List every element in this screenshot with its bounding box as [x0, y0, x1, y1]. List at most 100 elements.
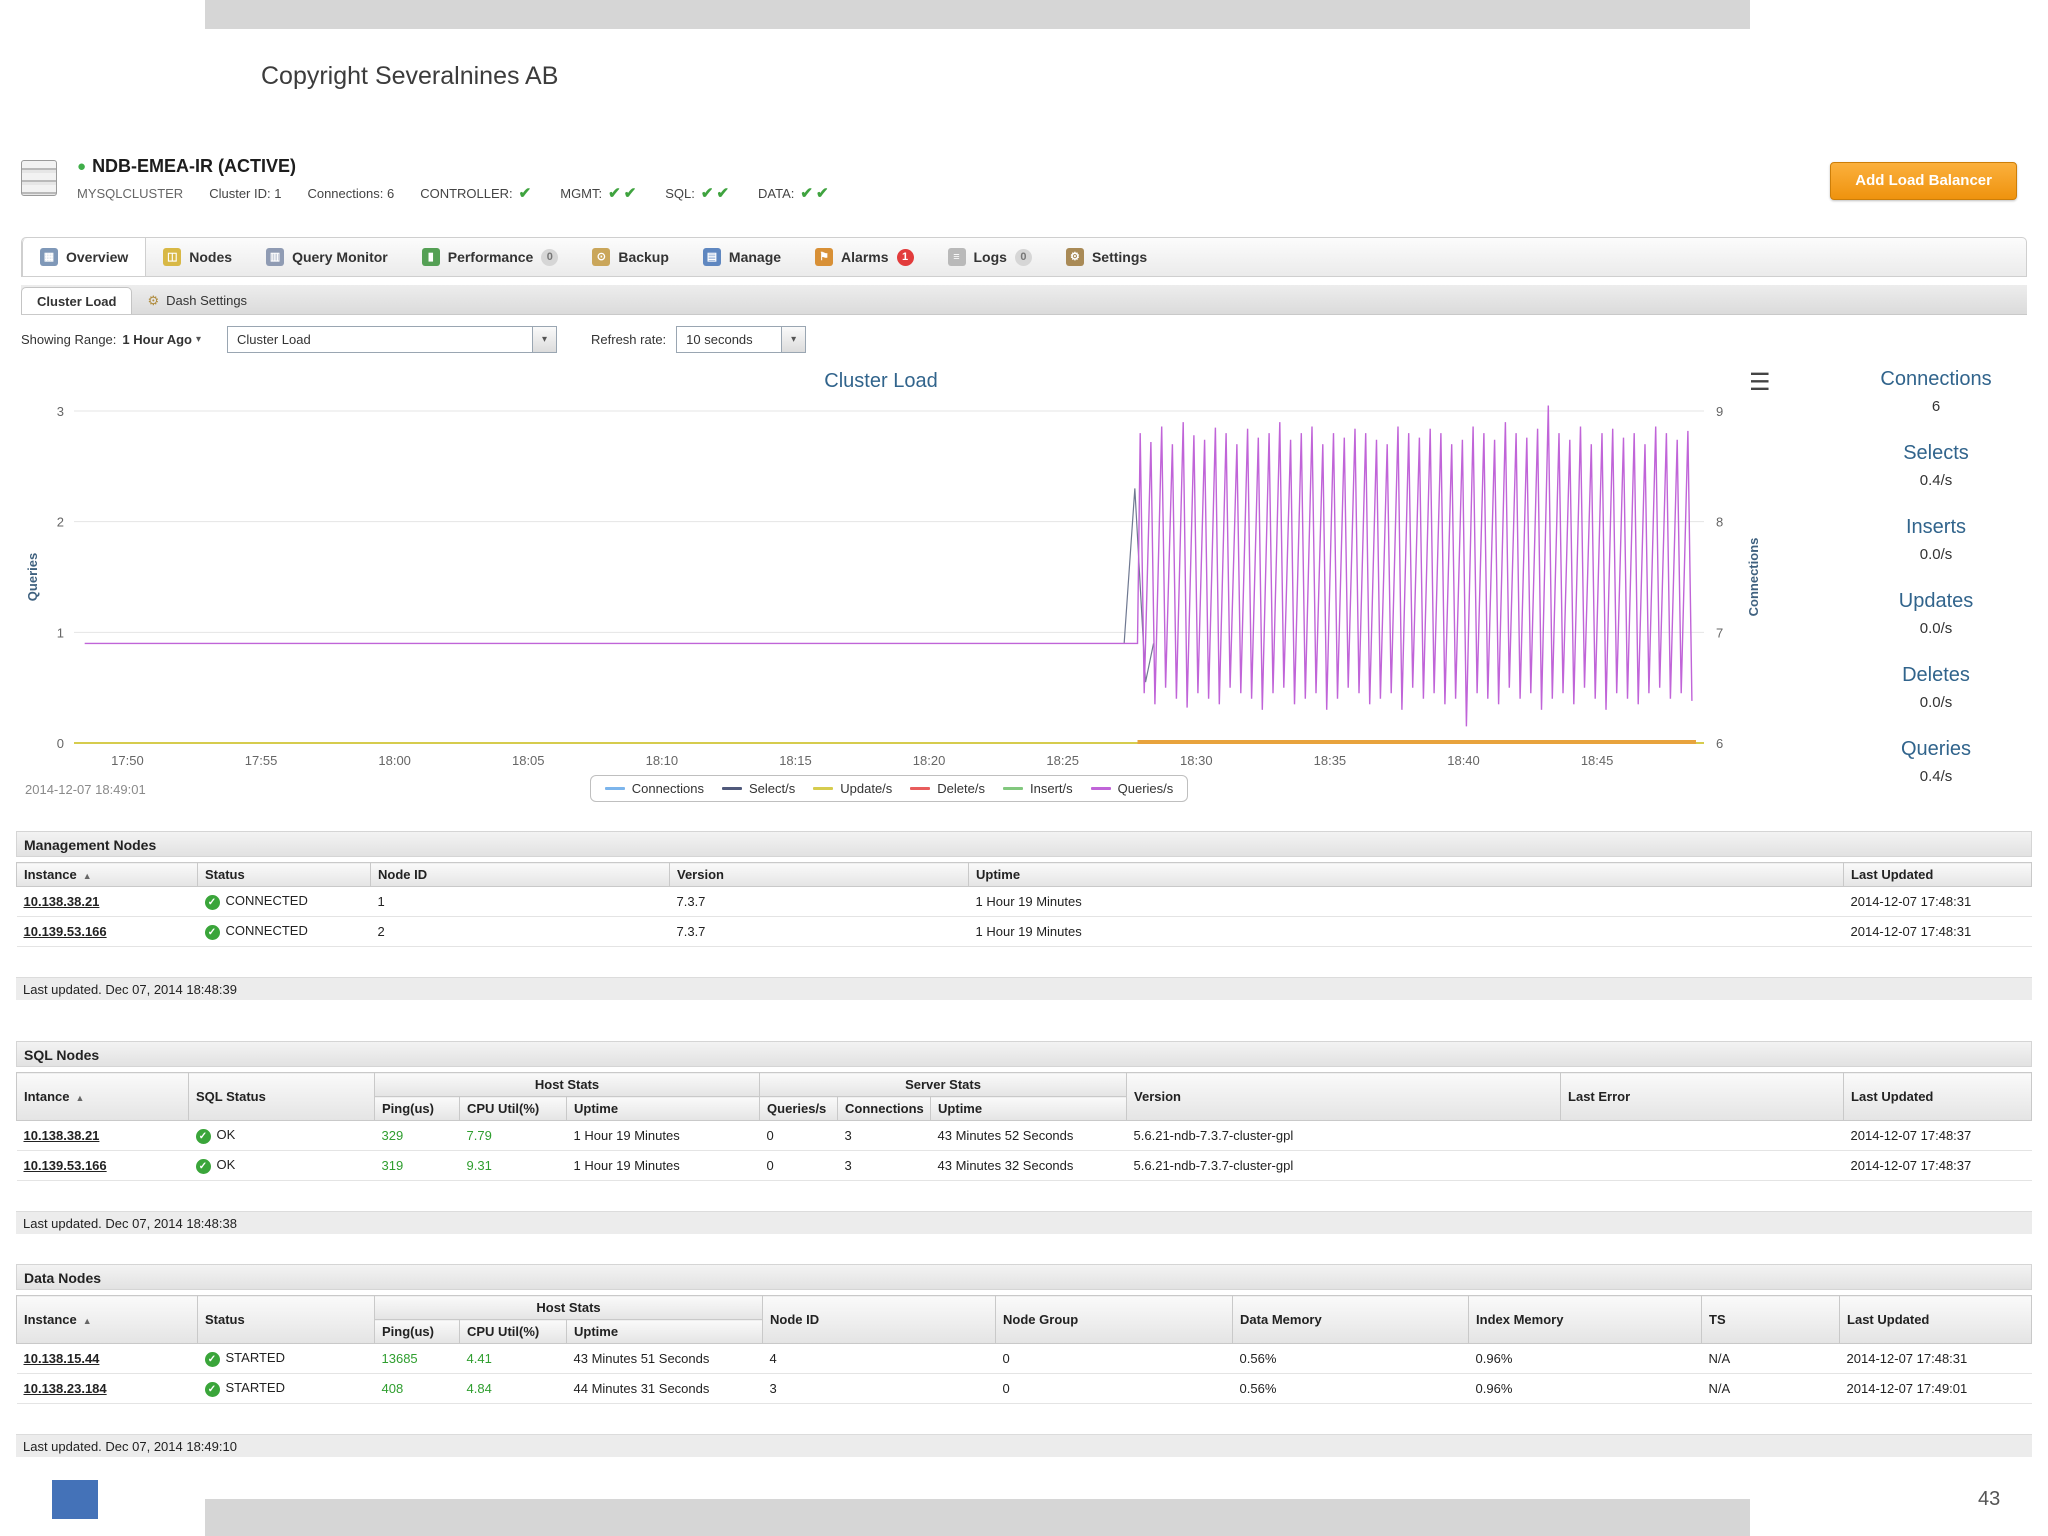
- main-tabbar: ▦Overview ◫Nodes ▥Query Monitor ▮Perform…: [21, 237, 2027, 277]
- status-ok-icon: ✓: [205, 1382, 220, 1397]
- legend-item[interactable]: Update/s: [813, 781, 892, 796]
- section-title: SQL Nodes: [16, 1041, 2032, 1067]
- col-status[interactable]: Status: [198, 863, 371, 887]
- col-ping[interactable]: Ping(us): [375, 1320, 460, 1344]
- col-cpu-util[interactable]: CPU Util(%): [460, 1320, 567, 1344]
- tab-overview[interactable]: ▦Overview: [22, 238, 146, 276]
- chart-menu-icon[interactable]: ☰: [1749, 368, 1771, 397]
- col-instance[interactable]: Instance▲: [17, 863, 198, 887]
- cluster-meta: MYSQLCLUSTER Cluster ID: 1 Connections: …: [77, 184, 832, 202]
- y-axis-tick-right: 7: [1716, 625, 1723, 640]
- x-axis-tick: 18:10: [646, 753, 679, 768]
- col-connections[interactable]: Connections: [838, 1097, 931, 1121]
- instance-link[interactable]: 10.138.38.21: [17, 1121, 189, 1151]
- col-uptime[interactable]: Uptime: [567, 1097, 760, 1121]
- showing-range-dropdown[interactable]: 1 Hour Ago: [122, 332, 192, 347]
- cluster-connections: Connections: 6: [307, 186, 394, 201]
- instance-link[interactable]: 10.138.23.184: [17, 1374, 198, 1404]
- col-data-memory[interactable]: Data Memory: [1233, 1296, 1469, 1344]
- instance-link[interactable]: 10.138.38.21: [17, 887, 198, 917]
- cell: 2014-12-07 17:48:37: [1844, 1121, 2032, 1151]
- subtab-cluster-load[interactable]: Cluster Load: [21, 287, 132, 314]
- col-uptime[interactable]: Uptime: [931, 1097, 1127, 1121]
- col-sql-status[interactable]: SQL Status: [189, 1073, 375, 1121]
- add-load-balancer-button[interactable]: Add Load Balancer: [1830, 162, 2017, 200]
- tab-settings[interactable]: ⚙Settings: [1049, 238, 1164, 276]
- refresh-rate-select[interactable]: 10 seconds ▾: [676, 326, 806, 353]
- col-ping[interactable]: Ping(us): [375, 1097, 460, 1121]
- col-uptime[interactable]: Uptime: [969, 863, 1844, 887]
- col-last-updated[interactable]: Last Updated: [1844, 1073, 2032, 1121]
- y-axis-tick-right: 8: [1716, 515, 1723, 530]
- overview-icon: ▦: [40, 248, 58, 266]
- cell: 13685: [375, 1344, 460, 1374]
- col-instance[interactable]: Instance▲: [17, 1296, 198, 1344]
- data-nodes-section: Data Nodes Instance▲ Status Host Stats N…: [16, 1264, 2032, 1457]
- col-ts[interactable]: TS: [1702, 1296, 1840, 1344]
- settings-icon: ⚙: [1066, 248, 1084, 266]
- cell: 9.31: [460, 1151, 567, 1181]
- col-last-updated[interactable]: Last Updated: [1844, 863, 2032, 887]
- select-arrow-icon: ▾: [781, 327, 805, 352]
- legend-item[interactable]: Connections: [605, 781, 704, 796]
- legend-label: Queries/s: [1118, 781, 1174, 796]
- status-cell: ✓STARTED: [198, 1374, 375, 1404]
- cell: 2014-12-07 17:48:37: [1844, 1151, 2032, 1181]
- graph-select[interactable]: Cluster Load ▾: [227, 326, 557, 353]
- col-instance[interactable]: Intance▲: [17, 1073, 189, 1121]
- col-node-id[interactable]: Node ID: [763, 1296, 996, 1344]
- legend-item[interactable]: Delete/s: [910, 781, 985, 796]
- slide-blue-marker: [52, 1480, 98, 1519]
- legend-color-dash: [813, 787, 833, 790]
- cell: 0.96%: [1469, 1344, 1702, 1374]
- col-last-error[interactable]: Last Error: [1561, 1073, 1844, 1121]
- check-icon: ✔✔: [800, 184, 831, 202]
- cell: 0: [996, 1374, 1233, 1404]
- management-nodes-section: Management Nodes Instance▲ Status Node I…: [16, 831, 2032, 1000]
- cell: 1 Hour 19 Minutes: [969, 917, 1844, 947]
- instance-link[interactable]: 10.138.15.44: [17, 1344, 198, 1374]
- table-row: 10.138.15.44✓STARTED136854.4143 Minutes …: [17, 1344, 2032, 1374]
- col-version[interactable]: Version: [670, 863, 969, 887]
- y-axis-tick-left: 0: [57, 736, 64, 751]
- instance-link[interactable]: 10.139.53.166: [17, 917, 198, 947]
- col-uptime[interactable]: Uptime: [567, 1320, 763, 1344]
- col-cpu-util[interactable]: CPU Util(%): [460, 1097, 567, 1121]
- section-last-updated: Last updated. Dec 07, 2014 18:49:10: [16, 1434, 2032, 1457]
- tab-logs[interactable]: ≡Logs0: [931, 238, 1049, 276]
- table-row: 10.138.38.21✓CONNECTED17.3.71 Hour 19 Mi…: [17, 887, 2032, 917]
- tab-alarms[interactable]: ⚑Alarms1: [798, 238, 930, 276]
- cell: 3: [838, 1121, 931, 1151]
- subtab-dash-settings[interactable]: ⚙Dash Settings: [132, 287, 262, 314]
- tab-backup[interactable]: ⊙Backup: [575, 238, 686, 276]
- cell: 0: [760, 1121, 838, 1151]
- col-node-id[interactable]: Node ID: [371, 863, 670, 887]
- cluster-header: ●NDB-EMEA-IR (ACTIVE) MYSQLCLUSTER Clust…: [21, 154, 2027, 216]
- col-last-updated[interactable]: Last Updated: [1840, 1296, 2032, 1344]
- col-version[interactable]: Version: [1127, 1073, 1561, 1121]
- tab-query-monitor[interactable]: ▥Query Monitor: [249, 238, 405, 276]
- tab-manage[interactable]: ▤Manage: [686, 238, 798, 276]
- y-axis-tick-left: 3: [57, 404, 64, 419]
- col-status[interactable]: Status: [198, 1296, 375, 1344]
- instance-link[interactable]: 10.139.53.166: [17, 1151, 189, 1181]
- status-cell: ✓OK: [189, 1121, 375, 1151]
- status-cell: ✓STARTED: [198, 1344, 375, 1374]
- cell: 0: [760, 1151, 838, 1181]
- dash-settings-icon: ⚙: [147, 288, 159, 313]
- slide: Copyright Severalnines AB ●NDB-EMEA-IR (…: [0, 0, 2048, 1536]
- legend-item[interactable]: Select/s: [722, 781, 795, 796]
- col-node-group[interactable]: Node Group: [996, 1296, 1233, 1344]
- status-cell: ✓OK: [189, 1151, 375, 1181]
- tab-performance[interactable]: ▮Performance0: [405, 238, 576, 276]
- cell: 2014-12-07 17:48:31: [1840, 1344, 2032, 1374]
- col-queries-per-s[interactable]: Queries/s: [760, 1097, 838, 1121]
- cell: 4: [763, 1344, 996, 1374]
- sql-nodes-section: SQL Nodes Intance▲ SQL Status Host Stats…: [16, 1041, 2032, 1234]
- col-index-memory[interactable]: Index Memory: [1469, 1296, 1702, 1344]
- tab-nodes[interactable]: ◫Nodes: [146, 238, 249, 276]
- x-axis-tick: 18:40: [1447, 753, 1480, 768]
- status-dot-icon: ●: [77, 158, 86, 175]
- legend-item[interactable]: Queries/s: [1091, 781, 1174, 796]
- legend-item[interactable]: Insert/s: [1003, 781, 1073, 796]
